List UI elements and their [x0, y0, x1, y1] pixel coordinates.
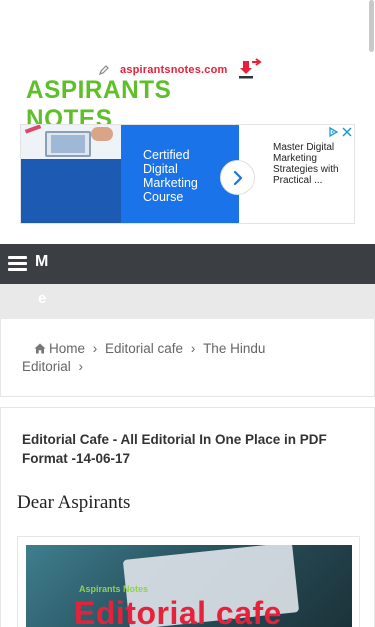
ad-image-laptop-screen — [51, 135, 85, 153]
ad-image-hand — [91, 127, 113, 141]
advertisement[interactable]: Certified Digital Marketing Course Maste… — [20, 124, 355, 224]
pencil-icon — [99, 65, 109, 75]
ad-arrow-button[interactable] — [220, 160, 255, 195]
arrow-right-icon — [233, 170, 242, 185]
hamburger-icon[interactable] — [8, 255, 27, 272]
breadcrumb: Home › Editorial cafe › The Hindu Editorial › — [0, 319, 375, 397]
featured-image[interactable]: Aspirants Notes Editorial cafe — [26, 545, 352, 627]
breadcrumb-the-hindu-link[interactable]: The Hindu — [203, 341, 265, 356]
home-icon — [34, 343, 46, 354]
site-url: aspirantsnotes.com — [120, 64, 228, 76]
chevron-right-icon: › — [190, 341, 196, 356]
ad-image[interactable] — [21, 125, 121, 223]
menu-label-overflow: e — [0, 284, 375, 319]
page: aspirantsnotes.com ASPIRANTS NOTES Certi… — [0, 0, 375, 627]
article: Editorial Cafe - All Editorial In One Pl… — [0, 407, 375, 627]
site-logo[interactable]: aspirantsnotes.com ASPIRANTS NOTES — [22, 58, 267, 133]
scrollbar[interactable] — [369, 0, 374, 52]
chevron-right-icon: › — [78, 359, 84, 374]
menu-label[interactable]: M — [35, 253, 48, 271]
featured-image-frame: Aspirants Notes Editorial cafe — [17, 536, 360, 627]
main-nav: M — [0, 244, 375, 284]
article-greeting: Dear Aspirants — [17, 492, 131, 513]
post-title: Editorial Cafe - All Editorial In One Pl… — [22, 432, 327, 466]
breadcrumb-row: Editorial › — [22, 359, 91, 374]
breadcrumb-editorial-link[interactable]: Editorial — [22, 359, 71, 374]
breadcrumb-row: Home › Editorial cafe › The Hindu — [34, 341, 265, 356]
featured-image-watermark: Aspirants Notes — [79, 584, 149, 594]
breadcrumb-home-link[interactable]: Home — [49, 341, 85, 356]
chevron-right-icon: › — [92, 341, 98, 356]
breadcrumb-editorial-cafe-link[interactable]: Editorial cafe — [105, 341, 183, 356]
ad-choices-icon[interactable] — [327, 126, 339, 138]
close-icon[interactable] — [341, 126, 353, 138]
featured-image-title: Editorial cafe — [74, 595, 282, 627]
menu-label-overflow-text[interactable]: e — [38, 290, 46, 307]
ad-cta-text: Certified Digital Marketing Course — [143, 148, 198, 204]
ad-side-text: Master Digital Marketing Strategies with… — [273, 142, 339, 186]
